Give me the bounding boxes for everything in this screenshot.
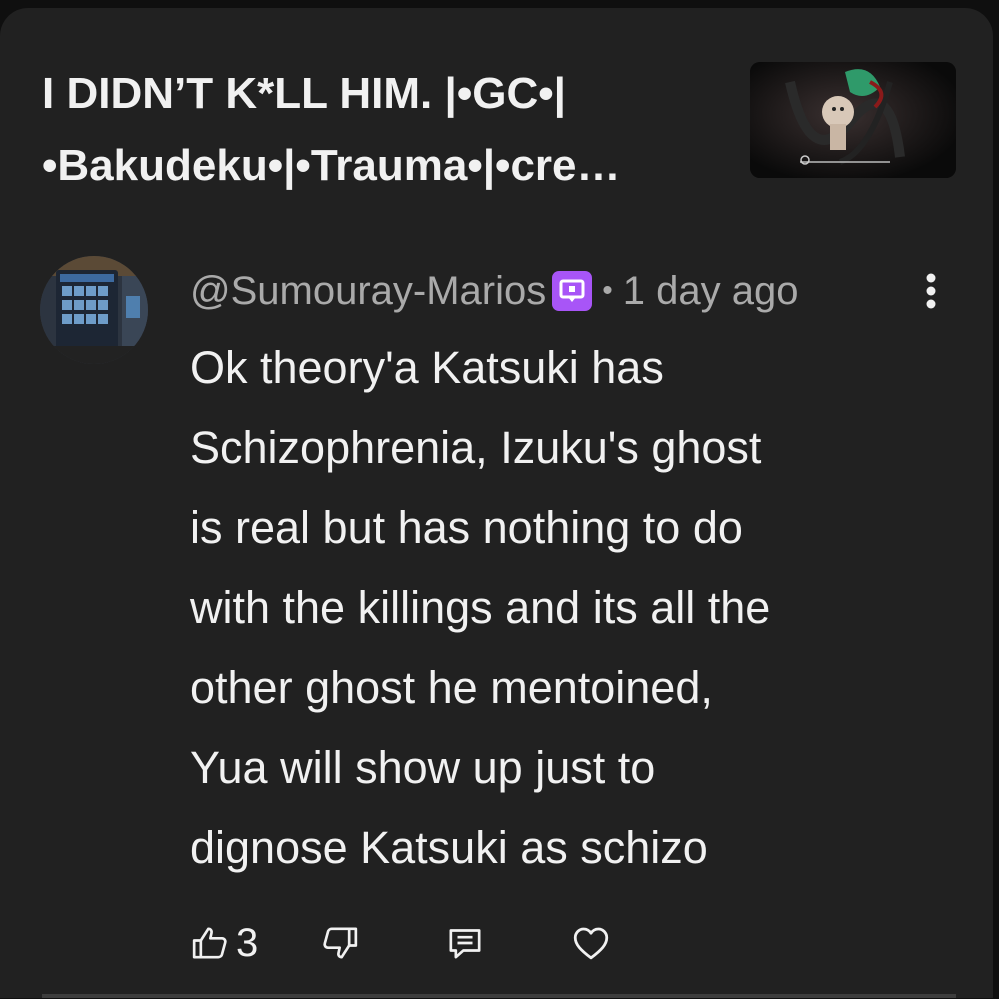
reply-button[interactable]: [445, 923, 485, 963]
dislike-button[interactable]: [320, 923, 360, 963]
video-title-line-1: I DIDN’T K*LL HIM. |•GC•|: [42, 69, 566, 118]
divider: [42, 994, 956, 998]
member-badge-icon: [552, 271, 593, 311]
comment-panel: I DIDN’T K*LL HIM. |•GC•| •Bakudeku•|•Tr…: [0, 8, 993, 998]
meta-separator: •: [602, 274, 613, 307]
comment-time: 1 day ago: [622, 269, 799, 313]
comment-line: with the killings and its all the: [190, 582, 771, 633]
comment-line: is real but has nothing to do: [190, 502, 743, 553]
video-title[interactable]: I DIDN’T K*LL HIM. |•GC•| •Bakudeku•|•Tr…: [42, 58, 722, 202]
more-vert-icon: [926, 273, 936, 309]
comment-meta: @Sumouray-Marios • 1 day ago: [190, 266, 798, 316]
comment-line: other ghost he mentoined,: [190, 662, 713, 713]
more-options-button[interactable]: [916, 270, 946, 314]
comment-line: Yua will show up just to: [190, 742, 656, 793]
thumbnail-image: [750, 62, 956, 178]
avatar-image: [40, 256, 148, 364]
comment-line: Ok theory'a Katsuki has: [190, 342, 664, 393]
video-thumbnail[interactable]: [750, 62, 956, 178]
comment-line: Schizophrenia, Izuku's ghost: [190, 422, 762, 473]
comment-icon: [449, 929, 481, 959]
comment-text: Ok theory'a Katsuki has Schizophrenia, I…: [190, 328, 950, 888]
comment-line: dignose Katsuki as schizo: [190, 822, 708, 873]
like-button[interactable]: 3: [190, 921, 258, 966]
thumb-up-icon: [192, 927, 227, 959]
author-handle[interactable]: @Sumouray-Marios: [190, 266, 546, 316]
like-count: 3: [236, 920, 259, 965]
heart-button[interactable]: [570, 922, 612, 964]
video-title-line-2: •Bakudeku•|•Trauma•|•cre…: [42, 141, 621, 190]
comment-actions: 3: [190, 913, 612, 973]
heart-icon: [574, 927, 609, 960]
avatar[interactable]: [40, 256, 148, 364]
thumb-down-icon: [323, 927, 358, 959]
